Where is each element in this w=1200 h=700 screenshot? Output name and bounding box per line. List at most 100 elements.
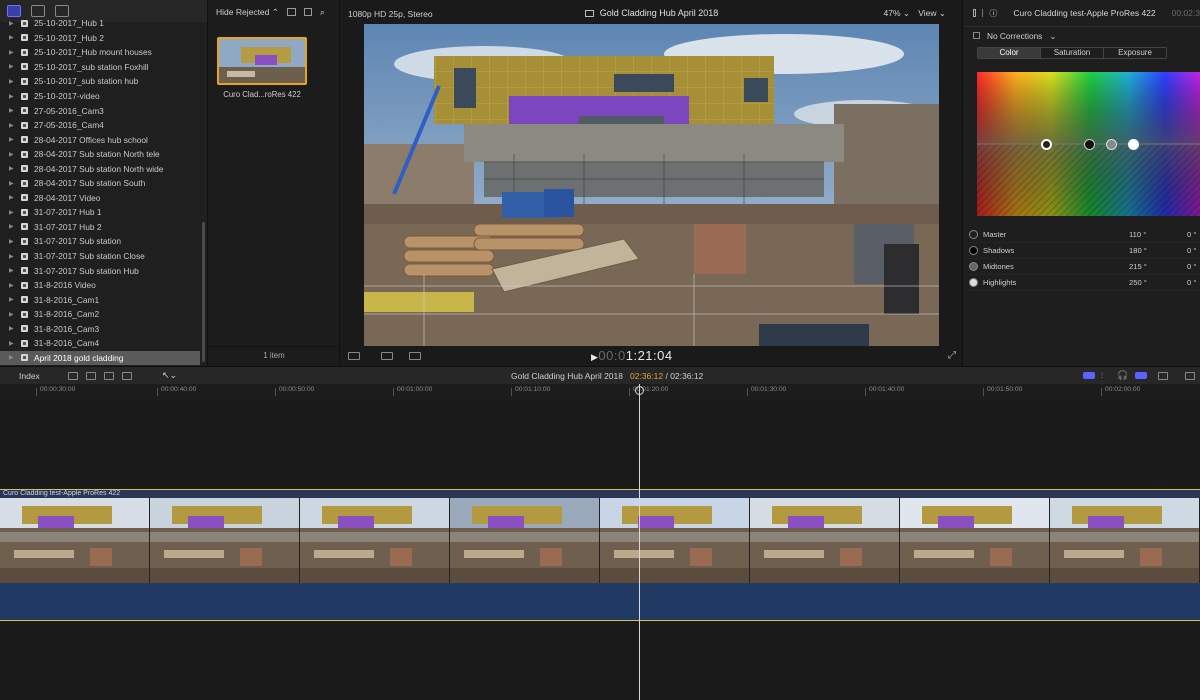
- connect-clip-icon[interactable]: [68, 372, 78, 380]
- playhead-handle[interactable]: [635, 386, 644, 395]
- tab-saturation[interactable]: Saturation: [1041, 48, 1104, 58]
- correction-enable-checkbox[interactable]: [973, 32, 980, 39]
- shadows-puck[interactable]: [1084, 139, 1095, 150]
- clip-appearance-icon[interactable]: [286, 8, 296, 16]
- overwrite-clip-icon[interactable]: [122, 372, 132, 380]
- audio-waveform-band[interactable]: [0, 583, 1200, 621]
- disclosure-triangle-icon[interactable]: ▶: [9, 165, 21, 172]
- audio-skimming-icon[interactable]: ⫶: [1101, 371, 1103, 381]
- event-row[interactable]: ▶ 31-07-2017 Sub station: [0, 234, 200, 249]
- event-row[interactable]: ▶ 31-8-2016_Cam1: [0, 292, 200, 307]
- disclosure-triangle-icon[interactable]: ▶: [9, 194, 21, 201]
- event-row[interactable]: ▶ 31-8-2016_Cam4: [0, 336, 200, 351]
- event-row[interactable]: ▶ 31-07-2017 Hub 1: [0, 205, 200, 220]
- master-puck[interactable]: [1041, 139, 1052, 150]
- event-row[interactable]: ▶ 25-10-2017-video: [0, 89, 200, 104]
- info-icon[interactable]: ⓘ: [989, 8, 997, 19]
- tab-exposure[interactable]: Exposure: [1104, 48, 1166, 58]
- disclosure-triangle-icon[interactable]: ▶: [9, 107, 21, 114]
- event-row[interactable]: ▶ 31-8-2016_Cam2: [0, 307, 200, 322]
- disclosure-triangle-icon[interactable]: ▶: [9, 253, 21, 260]
- disclosure-triangle-icon[interactable]: ▶: [9, 354, 21, 361]
- zoom-dropdown[interactable]: 47% ⌄: [884, 8, 911, 19]
- color-inspector-icon[interactable]: [982, 9, 984, 17]
- effects-browser-icon[interactable]: [1185, 372, 1195, 380]
- disclosure-triangle-icon[interactable]: ▶: [9, 223, 21, 230]
- event-row[interactable]: ▶ 25-10-2017_Hub 2: [0, 31, 200, 46]
- disclosure-triangle-icon[interactable]: ▶: [9, 180, 21, 187]
- disclosure-triangle-icon[interactable]: ▶: [9, 34, 21, 41]
- timecode-display[interactable]: ▶00:01:21:04: [591, 348, 673, 363]
- event-row[interactable]: ▶ 27-05-2016_Cam4: [0, 118, 200, 133]
- viewer-frame[interactable]: [364, 24, 939, 346]
- sidebar-scrollbar[interactable]: [202, 222, 205, 362]
- disclosure-triangle-icon[interactable]: ▶: [9, 151, 21, 158]
- disclosure-triangle-icon[interactable]: ▶: [9, 78, 21, 85]
- property-value[interactable]: 110 °: [1129, 230, 1146, 239]
- clip-thumbnail[interactable]: [217, 37, 307, 85]
- viewer-options-icon[interactable]: [348, 352, 360, 360]
- transform-icon[interactable]: [381, 352, 393, 360]
- insert-clip-icon[interactable]: [86, 372, 96, 380]
- video-inspector-icon[interactable]: [973, 9, 977, 17]
- disclosure-triangle-icon[interactable]: ▶: [9, 209, 21, 216]
- video-clip-filmstrip[interactable]: [0, 498, 1200, 583]
- event-row[interactable]: ▶ 25-10-2017_Hub mount houses: [0, 45, 200, 60]
- event-row[interactable]: ▶ April 2018 gold cladding: [0, 350, 200, 366]
- headphones-icon[interactable]: 🎧: [1117, 370, 1128, 381]
- skimming-icon[interactable]: [1083, 372, 1095, 379]
- tab-color[interactable]: Color: [978, 48, 1041, 58]
- event-row[interactable]: ▶ 28-04-2017 Sub station South: [0, 176, 200, 191]
- snapping-icon[interactable]: [1135, 372, 1147, 379]
- event-row[interactable]: ▶ 28-04-2017 Sub station North wide: [0, 161, 200, 176]
- property-value-secondary[interactable]: 0 °: [1187, 230, 1196, 239]
- disclosure-triangle-icon[interactable]: ▶: [9, 267, 21, 274]
- event-row[interactable]: ▶ 31-07-2017 Sub station Hub: [0, 263, 200, 278]
- property-value-secondary[interactable]: 0 °: [1187, 262, 1196, 271]
- select-tool-icon[interactable]: ↖⌄: [162, 370, 177, 381]
- timeline-area[interactable]: Curo Cladding test-Apple ProRes 422: [0, 400, 1200, 700]
- index-button[interactable]: Index: [19, 371, 40, 381]
- view-dropdown[interactable]: View ⌄: [918, 8, 946, 19]
- disclosure-triangle-icon[interactable]: ▶: [9, 325, 21, 332]
- disclosure-triangle-icon[interactable]: ▶: [9, 122, 21, 129]
- append-clip-icon[interactable]: [104, 372, 114, 380]
- corrections-dropdown[interactable]: No Corrections ⌄: [963, 26, 1200, 44]
- property-value-secondary[interactable]: 0 °: [1187, 278, 1196, 287]
- event-row[interactable]: ▶ 25-10-2017_Hub 1: [0, 16, 200, 31]
- clip-title-bar[interactable]: Curo Cladding test-Apple ProRes 422: [0, 489, 1200, 498]
- event-row[interactable]: ▶ 31-07-2017 Sub station Close: [0, 249, 200, 264]
- event-row[interactable]: ▶ 31-8-2016 Video: [0, 278, 200, 293]
- property-value[interactable]: 180 °: [1129, 246, 1147, 255]
- property-value[interactable]: 215 °: [1129, 262, 1147, 271]
- disclosure-triangle-icon[interactable]: ▶: [9, 296, 21, 303]
- clip-appearance-icon[interactable]: [1158, 372, 1168, 380]
- midtones-puck[interactable]: [1106, 139, 1117, 150]
- event-row[interactable]: ▶ 25-10-2017_sub station Foxhill: [0, 60, 200, 75]
- search-icon[interactable]: ⌕: [320, 7, 325, 18]
- property-value[interactable]: 250 °: [1129, 278, 1147, 287]
- disclosure-triangle-icon[interactable]: ▶: [9, 49, 21, 56]
- color-board[interactable]: [977, 72, 1200, 216]
- fullscreen-icon[interactable]: ⤢: [948, 350, 956, 361]
- filmstrip-view-icon[interactable]: [303, 8, 312, 16]
- disclosure-triangle-icon[interactable]: ▶: [9, 311, 21, 318]
- event-row[interactable]: ▶ 27-05-2016_Cam3: [0, 103, 200, 118]
- disclosure-triangle-icon[interactable]: ▶: [9, 93, 21, 100]
- disclosure-triangle-icon[interactable]: ▶: [9, 340, 21, 347]
- event-row[interactable]: ▶ 28-04-2017 Sub station North tele: [0, 147, 200, 162]
- disclosure-triangle-icon[interactable]: ▶: [9, 136, 21, 143]
- event-row[interactable]: ▶ 28-04-2017 Offices hub school: [0, 132, 200, 147]
- event-row[interactable]: ▶ 31-8-2016_Cam3: [0, 321, 200, 336]
- playhead[interactable]: [639, 384, 640, 700]
- event-row[interactable]: ▶ 25-10-2017_sub station hub: [0, 74, 200, 89]
- disclosure-triangle-icon[interactable]: ▶: [9, 63, 21, 70]
- disclosure-triangle-icon[interactable]: ▶: [9, 238, 21, 245]
- property-value-secondary[interactable]: 0 °: [1187, 246, 1196, 255]
- disclosure-triangle-icon[interactable]: ▶: [9, 282, 21, 289]
- highlights-puck[interactable]: [1128, 139, 1139, 150]
- event-row[interactable]: ▶ 28-04-2017 Video: [0, 191, 200, 206]
- speed-icon[interactable]: [409, 352, 421, 360]
- filter-dropdown[interactable]: Hide Rejected ⌃: [216, 7, 279, 18]
- disclosure-triangle-icon[interactable]: ▶: [9, 20, 21, 27]
